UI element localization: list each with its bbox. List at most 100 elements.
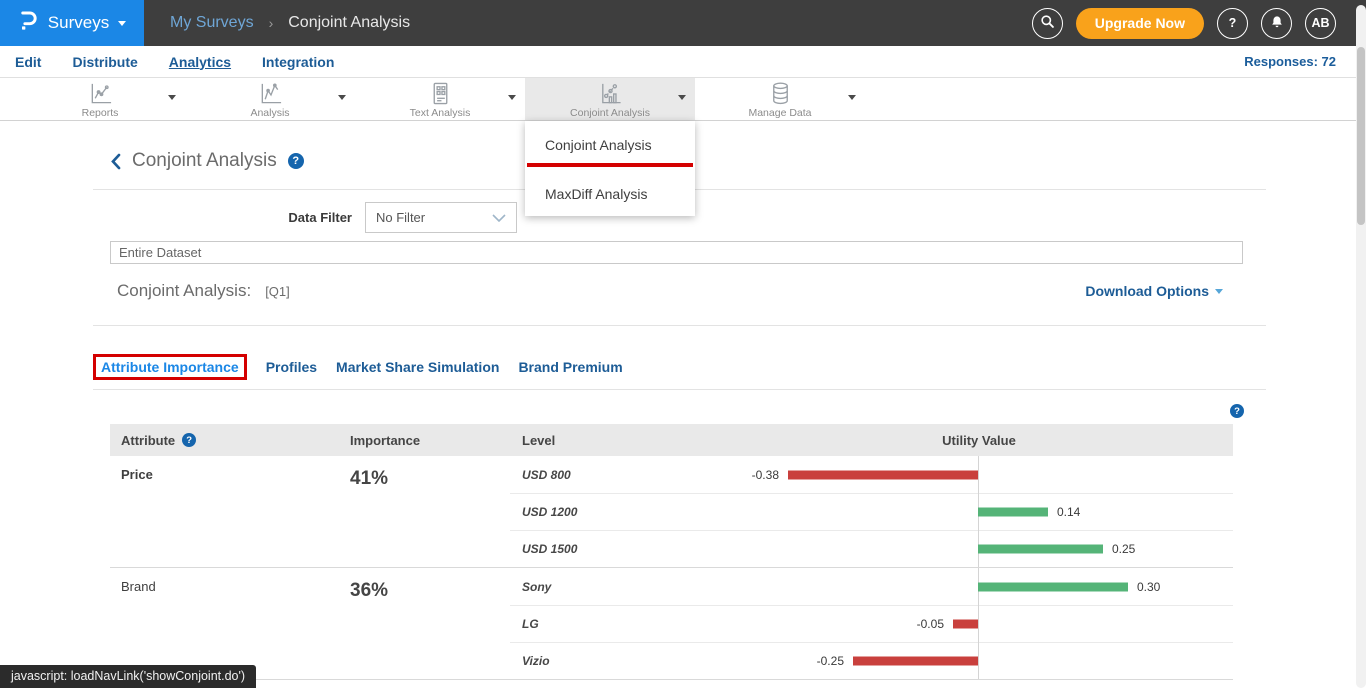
utility-bar bbox=[853, 657, 978, 666]
caret-down-icon[interactable] bbox=[338, 95, 346, 100]
toolbar-label: Conjoint Analysis bbox=[570, 107, 650, 119]
level-name: USD 1500 bbox=[510, 542, 725, 556]
toolbar-analysis[interactable]: Analysis bbox=[185, 78, 355, 120]
utility-bar-cell: 0.14 bbox=[725, 494, 1233, 530]
bell-icon bbox=[1270, 15, 1284, 32]
browser-status-bar: javascript: loadNavLink('showConjoint.do… bbox=[0, 665, 256, 688]
caret-down-icon bbox=[1215, 289, 1223, 294]
questionpro-p-icon bbox=[18, 9, 39, 38]
utility-value-label: 0.14 bbox=[1057, 505, 1080, 519]
tab-brand-premium[interactable]: Brand Premium bbox=[518, 359, 622, 375]
utility-value-label: -0.38 bbox=[725, 468, 779, 482]
header-actions: Upgrade Now ? AB bbox=[1032, 8, 1336, 39]
annotation-red-underline bbox=[527, 163, 693, 167]
nav-integration[interactable]: Integration bbox=[262, 54, 334, 70]
level-name: Vizio bbox=[510, 654, 725, 668]
attribute-name: Price bbox=[110, 456, 340, 567]
table-header-row: Attribute ? Importance Level Utility Val… bbox=[110, 424, 1233, 456]
level-row: USD 1200 0.14 bbox=[510, 493, 1233, 530]
back-chevron-icon[interactable] bbox=[110, 153, 121, 170]
toolbar-conjoint-analysis[interactable]: Conjoint Analysis bbox=[525, 78, 695, 120]
toolbar-label: Reports bbox=[82, 107, 119, 119]
level-name: LG bbox=[510, 617, 725, 631]
page-title: Conjoint Analysis bbox=[132, 150, 277, 172]
data-filter-label: Data Filter bbox=[93, 210, 365, 225]
toolbar-text-analysis[interactable]: Text Analysis bbox=[355, 78, 525, 120]
utility-bar bbox=[953, 620, 978, 629]
utility-bar-cell: -0.25 bbox=[725, 643, 1233, 679]
nav-analytics[interactable]: Analytics bbox=[169, 54, 231, 70]
table-row-price: Price 41% USD 800 -0.38 USD 1200 0.14 US… bbox=[110, 456, 1233, 568]
top-header-bar: Surveys My Surveys › Conjoint Analysis U… bbox=[0, 0, 1366, 46]
download-options-link[interactable]: Download Options bbox=[1085, 283, 1223, 299]
help-icon[interactable]: ? bbox=[182, 433, 196, 447]
attribute-importance-table: Attribute ? Importance Level Utility Val… bbox=[110, 424, 1233, 680]
utility-bar bbox=[978, 508, 1048, 517]
nav-edit[interactable]: Edit bbox=[15, 54, 41, 70]
product-switcher-label: Surveys bbox=[48, 13, 109, 33]
avatar[interactable]: AB bbox=[1305, 8, 1336, 39]
help-button[interactable]: ? bbox=[1217, 8, 1248, 39]
scrollbar-track[interactable] bbox=[1356, 5, 1366, 688]
utility-bar-cell: -0.38 bbox=[725, 456, 1233, 493]
toolbar-reports[interactable]: Reports bbox=[15, 78, 185, 120]
text-analysis-icon bbox=[428, 81, 453, 106]
tabs-section: Attribute Importance Profiles Market Sha… bbox=[93, 326, 1266, 390]
conjoint-chart-icon bbox=[598, 81, 623, 106]
search-icon bbox=[1040, 14, 1055, 32]
utility-value-label: 0.25 bbox=[1112, 542, 1135, 556]
filter-section: Data Filter No Filter Conjoint Analysis:… bbox=[93, 202, 1266, 326]
toolbar-label: Manage Data bbox=[748, 107, 811, 119]
analysis-chart-icon bbox=[258, 81, 283, 106]
dataset-field[interactable] bbox=[110, 241, 1243, 264]
nav-distribute[interactable]: Distribute bbox=[72, 54, 137, 70]
app-logo[interactable]: Surveys bbox=[0, 0, 144, 46]
utility-value-label: 0.30 bbox=[1137, 580, 1160, 594]
caret-down-icon[interactable] bbox=[678, 95, 686, 100]
utility-bar-cell: 0.30 bbox=[725, 568, 1233, 605]
question-reference: [Q1] bbox=[265, 284, 290, 299]
analysis-tabs: Attribute Importance Profiles Market Sha… bbox=[93, 354, 1266, 389]
menu-item-conjoint-analysis[interactable]: Conjoint Analysis bbox=[525, 125, 695, 159]
utility-bar bbox=[978, 545, 1103, 554]
utility-value-label: -0.25 bbox=[725, 654, 844, 668]
survey-nav: Edit Distribute Analytics Integration Re… bbox=[0, 46, 1366, 78]
tab-market-share-simulation[interactable]: Market Share Simulation bbox=[336, 359, 499, 375]
caret-down-icon[interactable] bbox=[168, 95, 176, 100]
table-help-row: ? bbox=[0, 404, 1244, 418]
level-row: USD 800 -0.38 bbox=[510, 456, 1233, 493]
data-filter-select[interactable]: No Filter bbox=[365, 202, 517, 233]
search-button[interactable] bbox=[1032, 8, 1063, 39]
notifications-button[interactable] bbox=[1261, 8, 1292, 39]
help-icon[interactable]: ? bbox=[1230, 404, 1244, 418]
database-icon bbox=[768, 81, 793, 106]
menu-item-maxdiff-analysis[interactable]: MaxDiff Analysis bbox=[525, 174, 695, 208]
level-row: Vizio -0.25 bbox=[510, 642, 1233, 679]
column-header-attribute: Attribute ? bbox=[110, 433, 340, 448]
toolbar-label: Analysis bbox=[250, 107, 289, 119]
analytics-toolbar: Reports Analysis Text Analysis Conjoint … bbox=[0, 78, 1366, 121]
attribute-header-label: Attribute bbox=[121, 433, 175, 448]
tab-attribute-importance[interactable]: Attribute Importance bbox=[93, 354, 247, 380]
importance-value: 36% bbox=[340, 568, 510, 679]
upgrade-now-button[interactable]: Upgrade Now bbox=[1076, 8, 1204, 39]
toolbar-label: Text Analysis bbox=[410, 107, 471, 119]
breadcrumb-my-surveys[interactable]: My Surveys bbox=[170, 14, 254, 32]
analysis-heading: Conjoint Analysis: bbox=[117, 281, 251, 301]
level-row: USD 1500 0.25 bbox=[510, 530, 1233, 567]
toolbar-manage-data[interactable]: Manage Data bbox=[695, 78, 865, 120]
level-row: Sony 0.30 bbox=[510, 568, 1233, 605]
caret-down-icon[interactable] bbox=[848, 95, 856, 100]
download-options-label: Download Options bbox=[1085, 283, 1209, 299]
levels-block: Sony 0.30 LG -0.05 Vizio -0.25 bbox=[510, 568, 1233, 679]
levels-block: USD 800 -0.38 USD 1200 0.14 USD 1500 0.2… bbox=[510, 456, 1233, 567]
caret-down-icon bbox=[118, 21, 126, 26]
breadcrumb-current: Conjoint Analysis bbox=[288, 14, 410, 32]
tab-profiles[interactable]: Profiles bbox=[266, 359, 317, 375]
level-name: USD 1200 bbox=[510, 505, 725, 519]
caret-down-icon[interactable] bbox=[508, 95, 516, 100]
column-header-level: Level bbox=[510, 433, 725, 448]
help-icon[interactable]: ? bbox=[288, 153, 304, 169]
scrollbar-thumb[interactable] bbox=[1357, 47, 1365, 225]
attribute-name: Brand bbox=[110, 568, 340, 679]
